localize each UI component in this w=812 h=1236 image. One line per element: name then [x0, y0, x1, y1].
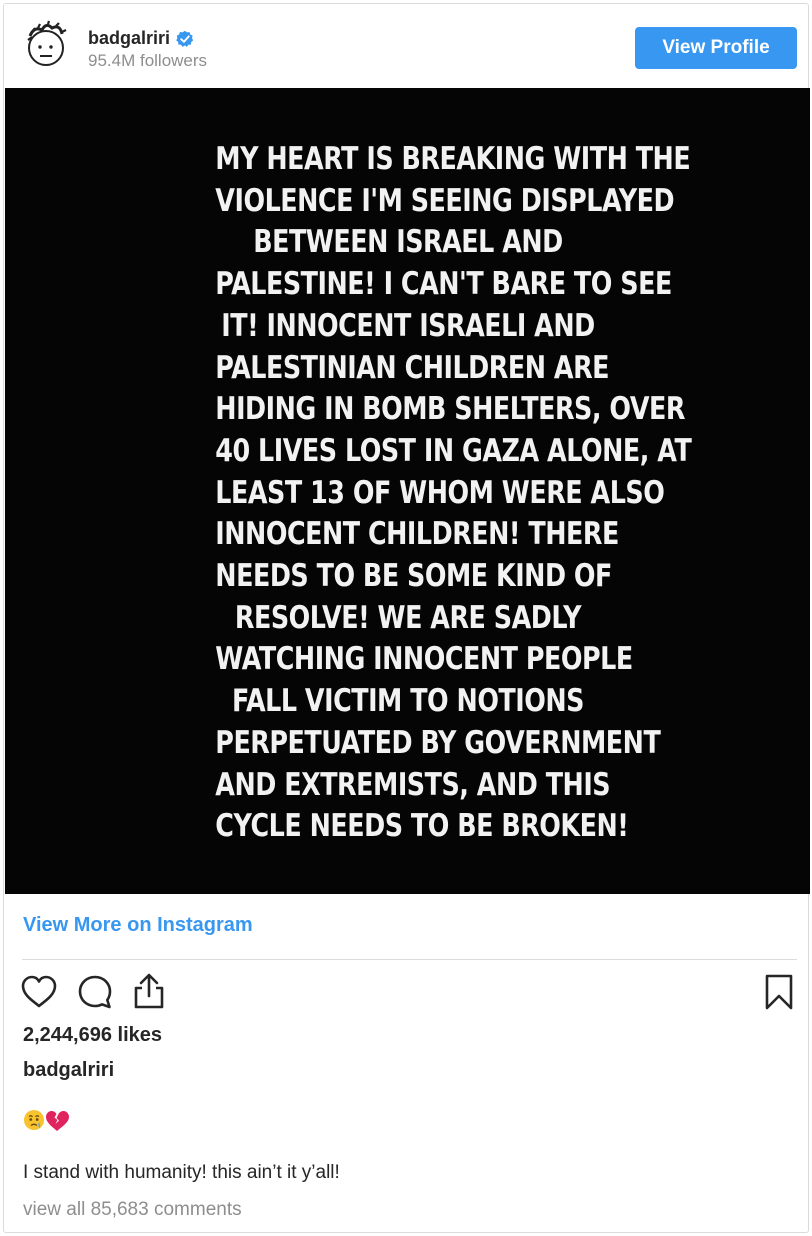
view-all-comments-link[interactable]: view all 85,683 comments: [23, 1199, 242, 1221]
post-image-text-line: IT! INNOCENT ISRAELI AND: [220, 307, 595, 344]
comment-icon[interactable]: [75, 972, 115, 1012]
post-header: badgalriri 95.4M followers View Profile: [4, 4, 808, 88]
avatar[interactable]: [20, 20, 72, 72]
instagram-embed-card: badgalriri 95.4M followers View Profile …: [3, 3, 810, 1233]
post-image-text-line: CYCLE NEEDS TO BE BROKEN!: [214, 808, 629, 845]
post-image-text-line: RESOLVE! WE ARE SADLY: [234, 599, 581, 636]
divider: [22, 959, 797, 960]
post-image[interactable]: MY HEART IS BREAKING WITH THE VIOLENCE I'…: [5, 88, 810, 894]
post-image-text-line: BETWEEN ISRAEL AND: [252, 224, 563, 261]
post-image-text-line: PALESTINIAN CHILDREN ARE: [214, 349, 609, 386]
view-profile-button[interactable]: View Profile: [635, 27, 797, 69]
post-image-text-line: PALESTINE! I CAN'T BARE TO SEE: [214, 266, 672, 303]
post-image-text-line: HIDING IN BOMB SHELTERS, OVER: [214, 391, 685, 428]
caption-text: I stand with humanity! this ain’t it y’a…: [23, 1162, 340, 1183]
post-image-text-line: MY HEART IS BREAKING WITH THE: [214, 141, 690, 177]
post-image-text-line: INNOCENT CHILDREN! THERE: [214, 516, 619, 553]
like-count[interactable]: 2,244,696 likes: [23, 1024, 162, 1047]
avatar-doodle-icon: [27, 20, 67, 66]
bookmark-icon[interactable]: [759, 972, 799, 1012]
post-image-text-line: LEAST 13 OF WHOM WERE ALSO: [214, 474, 665, 511]
post-image-text-line: VIOLENCE I'M SEEING DISPLAYED: [214, 182, 674, 219]
post-image-text-line: AND EXTREMISTS, AND THIS: [214, 766, 610, 803]
view-more-on-instagram-link[interactable]: View More on Instagram: [23, 914, 253, 937]
heart-icon[interactable]: [19, 972, 59, 1012]
post-image-text-line: PERPETUATED BY GOVERNMENT: [214, 724, 661, 761]
share-icon[interactable]: [129, 972, 169, 1012]
post-image-text: MY HEART IS BREAKING WITH THE VIOLENCE I'…: [214, 139, 692, 848]
caption-username[interactable]: badgalriri: [23, 1059, 114, 1082]
follower-count: 95.4M followers: [88, 51, 208, 70]
post-image-text-line: WATCHING INNOCENT PEOPLE: [214, 641, 633, 678]
emoji-caption: 😢💔: [23, 1106, 69, 1134]
post-image-text-line: FALL VICTIM TO NOTIONS: [231, 683, 584, 720]
username[interactable]: badgalriri: [88, 28, 170, 49]
action-bar: [4, 972, 808, 1016]
post-image-text-line: 40 LIVES LOST IN GAZA ALONE, AT: [214, 432, 692, 469]
verified-badge-icon: [176, 30, 194, 48]
post-image-text-line: NEEDS TO BE SOME KIND OF: [214, 558, 612, 595]
